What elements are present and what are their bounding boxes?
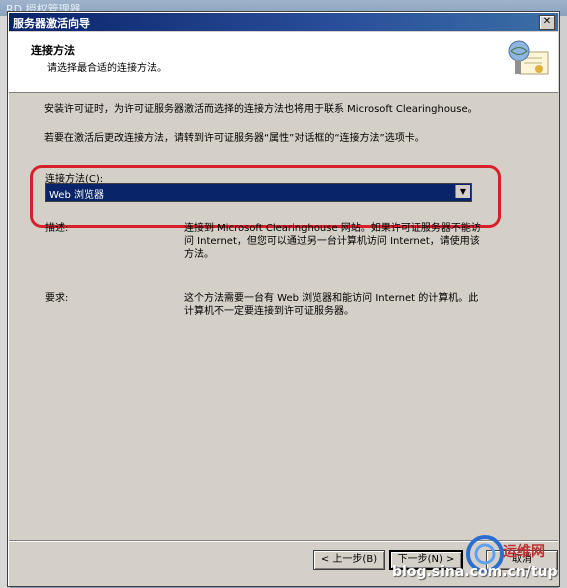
watermark-site-name: 运维网 (503, 544, 545, 560)
dialog-title: 服务器激活向导 (13, 17, 90, 30)
description-text: 连接到 Microsoft Clearinghouse 网站。如果许可证服务器不… (184, 223, 481, 260)
requirements-text: 这个方法需要一台有 Web 浏览器和能访问 Internet 的计算机。此计算机… (184, 293, 479, 317)
red-highlight-annotation (30, 165, 501, 228)
change-method-text: 若要在激活后更改连接方法，请转到许可证服务器“属性”对话框的“连接方法”选项卡。 (44, 133, 425, 144)
page-subtitle: 请选择最合适的连接方法。 (47, 63, 167, 74)
intro-text: 安装许可证时，为许可证服务器激活而选择的连接方法也将用于联系 Microsoft… (44, 104, 478, 115)
back-button[interactable]: < 上一步(B) (313, 550, 385, 570)
description-label: 描述: (45, 223, 69, 234)
watermark-url: blog.sina.com.cn/tup (392, 564, 558, 580)
requirements-label: 要求: (45, 293, 69, 304)
certificate-globe-icon (508, 40, 549, 75)
dialog-titlebar[interactable]: 服务器激活向导 ✕ (9, 13, 558, 31)
page-title: 连接方法 (31, 44, 75, 57)
activation-wizard-dialog: 服务器激活向导 ✕ 连接方法 请选择最合适的连接方法。 安装许可证时，为许可证服… (7, 11, 560, 587)
wizard-header: 连接方法 请选择最合适的连接方法。 (9, 32, 558, 93)
close-button[interactable]: ✕ (539, 15, 555, 30)
